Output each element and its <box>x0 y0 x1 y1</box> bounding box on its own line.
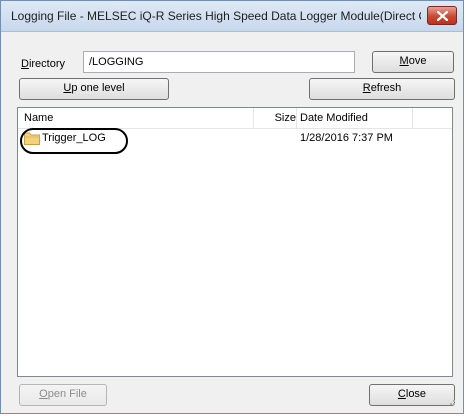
column-header-name[interactable]: Name <box>24 112 53 124</box>
directory-input[interactable] <box>83 51 355 73</box>
list-header: Name Size Date Modified <box>18 108 452 129</box>
refresh-button[interactable]: Refresh <box>309 78 455 100</box>
close-button[interactable]: Close <box>369 384 455 406</box>
dialog-body: Directory Move Up one level Refresh Name… <box>7 32 457 407</box>
dialog-window: Logging File - MELSEC iQ-R Series High S… <box>0 0 464 414</box>
directory-label: Directory <box>21 58 66 70</box>
column-header-size[interactable]: Size <box>254 112 296 124</box>
up-one-level-button[interactable]: Up one level <box>19 78 169 100</box>
open-file-button[interactable]: Open File <box>19 384 107 406</box>
close-icon <box>437 11 448 21</box>
move-button[interactable]: Move <box>372 51 454 73</box>
column-header-date-modified[interactable]: Date Modified <box>300 112 368 124</box>
column-divider[interactable] <box>296 108 297 128</box>
column-divider[interactable] <box>412 108 413 128</box>
close-window-button[interactable] <box>427 6 457 25</box>
resize-grip-icon[interactable] <box>446 396 456 406</box>
list-item-date: 1/28/2016 7:37 PM <box>300 132 393 144</box>
file-list[interactable]: Name Size Date Modified Trigger_LOG 1/28… <box>17 107 453 377</box>
title-bar[interactable]: Logging File - MELSEC iQ-R Series High S… <box>1 1 463 32</box>
window-title: Logging File - MELSEC iQ-R Series High S… <box>11 9 421 23</box>
callout-circle <box>20 128 128 154</box>
